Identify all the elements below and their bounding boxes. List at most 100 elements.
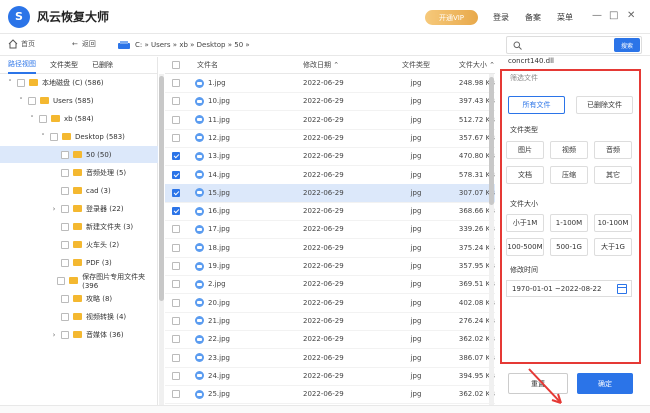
row-checkbox[interactable] bbox=[172, 262, 180, 270]
size-1-100m-button[interactable]: 1-100M bbox=[550, 214, 588, 232]
table-row[interactable]: 15.jpg 2022-06-29 jpg 307.07 KB bbox=[165, 183, 495, 203]
size-over-1g-button[interactable]: 大于1G bbox=[594, 238, 632, 256]
tree-checkbox[interactable] bbox=[28, 96, 36, 105]
table-row[interactable]: 11.jpg 2022-06-29 jpg 512.72 KB bbox=[165, 111, 495, 130]
row-checkbox[interactable] bbox=[172, 133, 180, 142]
table-row[interactable]: 24.jpg 2022-06-29 jpg 394.95 KB bbox=[165, 367, 495, 386]
table-row[interactable]: 22.jpg 2022-06-29 jpg 362.02 KB bbox=[165, 330, 495, 350]
table-row[interactable]: 1.jpg 2022-06-29 jpg 248.98 KB bbox=[165, 74, 495, 93]
tree-checkbox[interactable] bbox=[61, 168, 69, 177]
table-row[interactable]: 25.jpg 2022-06-29 jpg 362.02 KB bbox=[165, 385, 495, 405]
menu-link[interactable]: 菜单 bbox=[557, 12, 573, 23]
calendar-icon[interactable] bbox=[617, 284, 627, 294]
row-checkbox[interactable] bbox=[172, 207, 180, 216]
table-row[interactable]: 21.jpg 2022-06-29 jpg 276.24 KB bbox=[165, 312, 495, 331]
col-size[interactable]: 文件大小 ⌃ bbox=[447, 60, 495, 70]
row-checkbox[interactable] bbox=[172, 115, 180, 124]
tree-item[interactable]: ˅ 本地磁盘 (C) (586) bbox=[0, 74, 158, 91]
row-checkbox[interactable] bbox=[172, 371, 180, 380]
type-audio-button[interactable]: 音频 bbox=[594, 141, 632, 159]
row-checkbox[interactable] bbox=[172, 353, 180, 362]
home-button[interactable]: 首页 bbox=[8, 39, 35, 49]
tree-checkbox[interactable] bbox=[50, 132, 58, 141]
table-row[interactable]: 17.jpg 2022-06-29 jpg 339.26 KB bbox=[165, 220, 495, 240]
size-100-500m-button[interactable]: 100-500M bbox=[506, 238, 544, 256]
expand-icon[interactable]: ˅ bbox=[28, 115, 36, 123]
tree-checkbox[interactable] bbox=[17, 78, 25, 87]
tree-item[interactable]: cad (3) bbox=[0, 182, 158, 199]
deleted-files-button[interactable]: 已删除文件 bbox=[576, 96, 633, 114]
table-row[interactable]: 16.jpg 2022-06-29 jpg 368.66 KB bbox=[165, 202, 495, 222]
back-button[interactable]: ← 返回 bbox=[72, 39, 96, 49]
tab-deleted[interactable]: 已删除 bbox=[92, 57, 113, 74]
row-checkbox[interactable] bbox=[172, 298, 180, 307]
table-row[interactable]: 18.jpg 2022-06-29 jpg 375.24 KB bbox=[165, 239, 495, 258]
date-range-input[interactable]: 1970-01-01 ~2022-08-22 bbox=[506, 280, 632, 297]
type-document-button[interactable]: 文档 bbox=[506, 166, 544, 184]
type-archive-button[interactable]: 压缩 bbox=[550, 166, 588, 184]
row-checkbox[interactable] bbox=[172, 390, 180, 399]
search-suggestion[interactable]: concrt140.dll bbox=[508, 57, 638, 67]
tree-checkbox[interactable] bbox=[61, 150, 69, 159]
table-row[interactable]: 10.jpg 2022-06-29 jpg 397.43 KB bbox=[165, 92, 495, 112]
tree-item[interactable]: 视频转换 (4) bbox=[0, 308, 158, 325]
tree-item[interactable]: 火车头 (2) bbox=[0, 236, 158, 253]
row-checkbox[interactable] bbox=[172, 152, 180, 161]
tree-item[interactable]: 50 (50) bbox=[0, 146, 158, 163]
row-checkbox[interactable] bbox=[172, 188, 180, 197]
type-image-button[interactable]: 图片 bbox=[506, 141, 544, 159]
vip-button[interactable]: 开通VIP bbox=[425, 10, 478, 25]
tree-item[interactable]: PDF (3) bbox=[0, 254, 158, 271]
expand-icon[interactable]: › bbox=[50, 205, 58, 213]
tree-checkbox[interactable] bbox=[39, 114, 47, 123]
expand-icon[interactable]: › bbox=[50, 331, 58, 339]
login-link[interactable]: 登录 bbox=[493, 12, 509, 23]
expand-icon[interactable]: ˅ bbox=[39, 133, 47, 141]
row-checkbox[interactable] bbox=[172, 97, 180, 106]
tree-checkbox[interactable] bbox=[61, 294, 69, 303]
type-video-button[interactable]: 视频 bbox=[550, 141, 588, 159]
tree-item[interactable]: 新建文件夹 (3) bbox=[0, 218, 158, 235]
close-button[interactable]: ✕ bbox=[627, 10, 635, 21]
tree-item[interactable]: ˅ Users (585) bbox=[0, 92, 158, 109]
table-row[interactable]: 12.jpg 2022-06-29 jpg 357.67 KB bbox=[165, 129, 495, 148]
tab-file-type[interactable]: 文件类型 bbox=[50, 57, 78, 74]
col-name[interactable]: 文件名 bbox=[187, 60, 303, 70]
tree-checkbox[interactable] bbox=[61, 186, 69, 195]
tree-item[interactable]: › 登录器 (22) bbox=[0, 200, 158, 217]
size-500-1g-button[interactable]: 500-1G bbox=[550, 238, 588, 256]
confirm-button[interactable]: 确定 bbox=[577, 373, 633, 394]
type-other-button[interactable]: 其它 bbox=[594, 166, 632, 184]
row-checkbox[interactable] bbox=[172, 316, 180, 325]
tree-item[interactable]: ˅ Desktop (583) bbox=[0, 128, 158, 145]
tree-checkbox[interactable] bbox=[57, 276, 66, 285]
row-checkbox[interactable] bbox=[172, 335, 180, 344]
expand-icon[interactable]: ˅ bbox=[17, 97, 25, 105]
minimize-button[interactable]: — bbox=[592, 10, 602, 21]
search-box[interactable]: 搜索 bbox=[506, 36, 642, 54]
tree-item[interactable]: 保存图片专用文件夹 (396 bbox=[0, 272, 158, 290]
tree-item[interactable]: 音频处理 (5) bbox=[0, 164, 158, 181]
tree-checkbox[interactable] bbox=[61, 204, 69, 213]
col-date[interactable]: 修改日期 ⌃ bbox=[303, 60, 385, 70]
expand-icon[interactable]: ˅ bbox=[6, 79, 14, 87]
row-checkbox[interactable] bbox=[172, 170, 180, 179]
all-files-button[interactable]: 所有文件 bbox=[508, 96, 565, 114]
table-row[interactable]: 14.jpg 2022-06-29 jpg 578.31 KB bbox=[165, 166, 495, 185]
table-row[interactable]: 19.jpg 2022-06-29 jpg 357.95 KB bbox=[165, 257, 495, 276]
table-row[interactable]: 20.jpg 2022-06-29 jpg 402.08 KB bbox=[165, 294, 495, 313]
size-10-100m-button[interactable]: 10-100M bbox=[594, 214, 632, 232]
row-checkbox[interactable] bbox=[172, 280, 180, 289]
table-row[interactable]: 13.jpg 2022-06-29 jpg 470.80 KB bbox=[165, 147, 495, 167]
tab-path-view[interactable]: 路径视图 bbox=[8, 57, 36, 74]
maximize-button[interactable]: □ bbox=[609, 10, 618, 21]
col-type[interactable]: 文件类型 bbox=[385, 60, 447, 70]
tree-checkbox[interactable] bbox=[61, 240, 69, 249]
tree-item[interactable]: ˅ xb (584) bbox=[0, 110, 158, 127]
tree-checkbox[interactable] bbox=[61, 222, 69, 231]
table-scrollbar[interactable] bbox=[489, 74, 494, 409]
tree-checkbox[interactable] bbox=[61, 258, 69, 267]
search-button[interactable]: 搜索 bbox=[614, 38, 640, 52]
size-under-1m-button[interactable]: 小于1M bbox=[506, 214, 544, 232]
table-row[interactable]: 2.jpg 2022-06-29 jpg 369.51 KB bbox=[165, 275, 495, 295]
